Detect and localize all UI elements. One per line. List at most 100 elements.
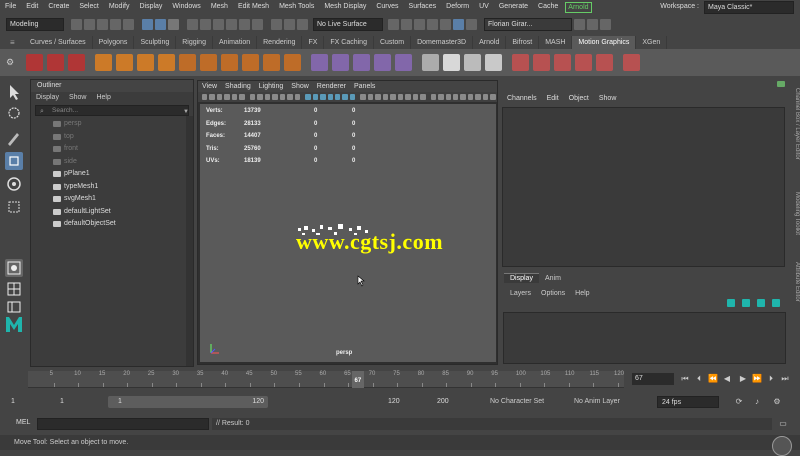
outliner-item[interactable]: pPlane1 [31, 168, 193, 181]
viewport-tool-icon[interactable] [231, 94, 238, 100]
viewport-tool-icon[interactable] [438, 94, 444, 100]
viewport-tool-icon[interactable] [430, 94, 437, 100]
text-icon[interactable] [47, 54, 64, 71]
new-layer-icon[interactable] [727, 299, 735, 307]
viewport-tool-icon[interactable] [327, 94, 333, 100]
ipr-render-icon[interactable] [414, 19, 425, 30]
menu-item-display[interactable]: Display [134, 0, 167, 14]
select-tool-icon[interactable] [5, 83, 23, 101]
outliner-item[interactable]: side [31, 156, 193, 169]
wave-icon[interactable] [353, 54, 370, 71]
fps-dropdown[interactable]: 24 fps [657, 396, 719, 408]
shelf-tab-motion-graphics[interactable]: Motion Graphics [572, 36, 637, 49]
viewport-menu-renderer[interactable]: Renderer [313, 81, 350, 92]
outliner-item[interactable]: defaultObjectSet [31, 218, 193, 231]
render-settings-icon[interactable] [427, 19, 438, 30]
new-layer-selected-icon[interactable] [742, 299, 750, 307]
viewport-tool-icon[interactable] [202, 94, 208, 100]
input-icon[interactable] [284, 19, 295, 30]
viewport-tool-icon[interactable] [367, 94, 374, 100]
viewport-menu-view[interactable]: View [198, 81, 221, 92]
side-tab-modeling-toolkit[interactable]: Modeling Toolkit [789, 192, 800, 235]
viewport-tool-icon[interactable] [490, 94, 496, 100]
viewport-tool-icon[interactable] [460, 94, 466, 100]
folder-icon[interactable] [71, 19, 82, 30]
viewport-tool-icon[interactable] [294, 94, 301, 100]
shelf-tab-custom[interactable]: Custom [374, 36, 412, 49]
settings-icon[interactable] [574, 19, 585, 30]
viewport-tool-icon[interactable] [390, 94, 396, 100]
box-icon[interactable] [158, 54, 175, 71]
layer-menu-options[interactable]: Options [536, 288, 570, 299]
channel-box-toggle-icon[interactable] [777, 81, 785, 87]
scatter-points-icon[interactable] [575, 54, 592, 71]
viewport-tool-icon[interactable] [453, 94, 459, 100]
viewport-tool-icon[interactable] [224, 94, 230, 100]
viewport-tool-icon[interactable] [397, 94, 404, 100]
open-icon[interactable] [84, 19, 95, 30]
outliner-menu-help[interactable]: Help [91, 92, 115, 103]
viewport-tool-icon[interactable] [279, 94, 286, 100]
construction-history-icon[interactable] [271, 19, 282, 30]
menu-item-cache[interactable]: Cache [533, 0, 563, 14]
go-to-end-icon[interactable]: ⏭ [780, 374, 790, 384]
layer-tab-anim[interactable]: Anim [539, 274, 567, 283]
distribute-icon[interactable] [221, 54, 238, 71]
undo-icon[interactable] [110, 19, 121, 30]
render-view-icon[interactable] [388, 19, 399, 30]
start-time-field[interactable]: 1 [7, 396, 51, 408]
viewport-tool-icon[interactable] [482, 94, 489, 100]
anim-end-field[interactable]: 120 [384, 396, 430, 408]
layer-menu-layers[interactable]: Layers [505, 288, 536, 299]
chain-icon[interactable] [533, 54, 550, 71]
noise-icon[interactable] [374, 54, 391, 71]
toggle-icon[interactable] [600, 19, 611, 30]
random-icon[interactable] [395, 54, 412, 71]
particles-icon[interactable] [242, 54, 259, 71]
layer-tab-display[interactable]: Display [504, 273, 539, 283]
current-frame-marker[interactable]: 67 [351, 371, 364, 388]
menu-item-modify[interactable]: Modify [104, 0, 135, 14]
shelf-menu-icon[interactable]: ≡ [10, 36, 18, 49]
viewport-tool-icon[interactable] [405, 94, 411, 100]
render-frame-icon[interactable] [401, 19, 412, 30]
viewport-tool-icon[interactable] [216, 94, 223, 100]
toggle-icon[interactable] [587, 19, 598, 30]
viewport-tool-icon[interactable] [445, 94, 451, 100]
outliner-menu-display[interactable]: Display [31, 92, 64, 103]
bundle-icon[interactable] [512, 54, 529, 71]
viewport-tool-icon[interactable] [342, 94, 348, 100]
rotate-tool-icon[interactable] [5, 175, 23, 193]
type-tool-icon[interactable] [26, 54, 43, 71]
four-view-icon[interactable] [5, 280, 23, 298]
outliner-item[interactable]: defaultLightSet [31, 206, 193, 219]
menu-item-deform[interactable]: Deform [441, 0, 474, 14]
star-icon[interactable] [422, 54, 439, 71]
viewport-menu-panels[interactable]: Panels [350, 81, 379, 92]
menu-item-edit[interactable]: Edit [21, 0, 43, 14]
step-forward-key-icon[interactable]: ⏩ [752, 374, 762, 384]
menu-item-file[interactable]: File [0, 0, 21, 14]
shelf-tab-arnold[interactable]: Arnold [473, 36, 507, 49]
paint-select-icon[interactable] [5, 129, 23, 147]
viewport-tool-icon[interactable] [239, 94, 245, 100]
outliner-item[interactable]: svgMesh1 [31, 193, 193, 206]
workspace-dropdown[interactable]: Maya Classic* [704, 0, 794, 14]
shelf-tab-rigging[interactable]: Rigging [176, 36, 213, 49]
viewport-tool-icon[interactable] [287, 94, 293, 100]
anim-layer-dropdown[interactable]: No Anim Layer [570, 396, 646, 408]
shelf-tab-bifrost[interactable]: Bifrost [506, 36, 540, 49]
shelf-tab-rendering[interactable]: Rendering [257, 36, 303, 49]
menu-item-surfaces[interactable]: Surfaces [404, 0, 442, 14]
viewport-menu-lighting[interactable]: Lighting [255, 81, 288, 92]
command-input[interactable] [37, 418, 209, 430]
play-forward-icon[interactable]: ▶ [738, 374, 748, 384]
shelf-tab-animation[interactable]: Animation [213, 36, 258, 49]
magnet-icon[interactable] [252, 19, 263, 30]
snap-grid-icon[interactable] [187, 19, 198, 30]
scatter-icon[interactable] [179, 54, 196, 71]
cube-icon[interactable] [116, 54, 133, 71]
viewport-menu-shading[interactable]: Shading [221, 81, 255, 92]
select-hierarchy-icon[interactable] [142, 19, 153, 30]
viewport-tool-icon[interactable] [312, 94, 319, 100]
